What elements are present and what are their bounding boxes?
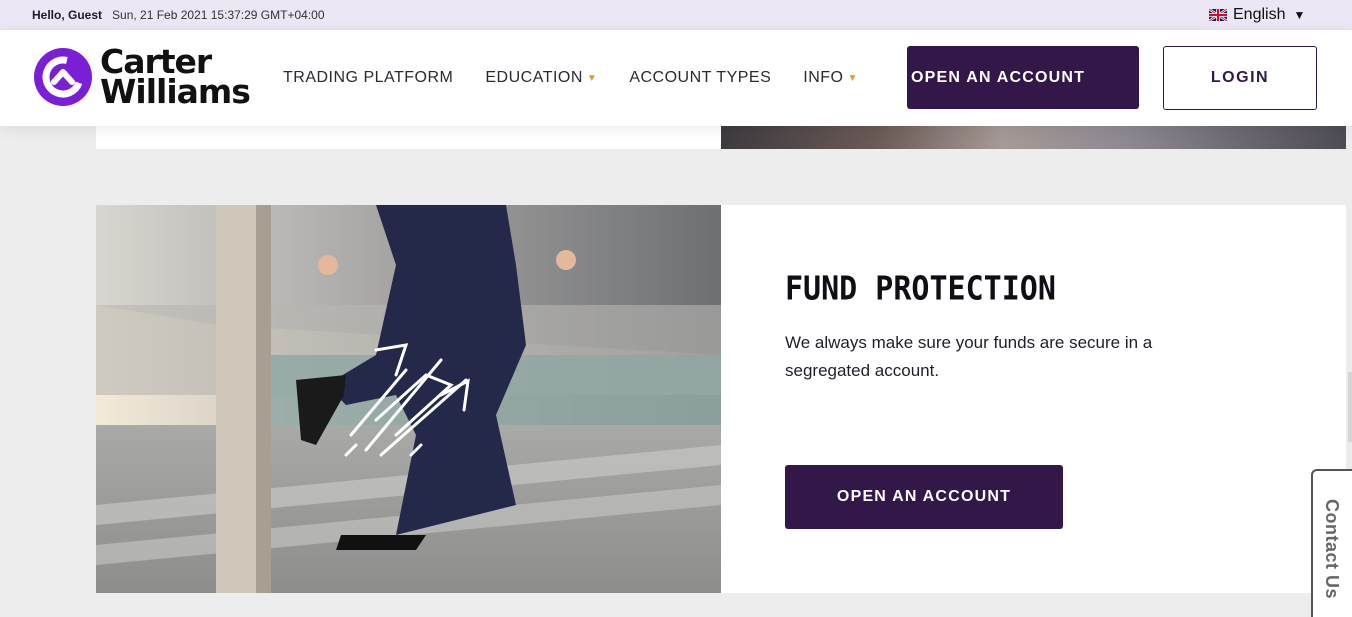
card-open-account-button[interactable]: OPEN AN ACCOUNT xyxy=(785,465,1063,529)
nav-label: ACCOUNT TYPES xyxy=(629,69,772,86)
businessman-stairs-photo xyxy=(96,205,721,593)
datetime-text: Sun, 21 Feb 2021 15:37:29 GMT+04:00 xyxy=(112,8,325,22)
greeting-text: Hello, Guest xyxy=(32,8,103,22)
nav-label: EDUCATION xyxy=(485,69,583,86)
logo-mark-icon xyxy=(34,48,92,106)
logo-wordmark: Carter Williams xyxy=(100,45,251,111)
dropdown-caret-icon: ▼ xyxy=(586,72,598,84)
top-info-bar: Hello, Guest Sun, 21 Feb 2021 15:37:29 G… xyxy=(0,0,1352,30)
fund-protection-image xyxy=(96,205,721,593)
fund-protection-card: FUND PROTECTION We always make sure your… xyxy=(96,205,1346,593)
nav-label: INFO xyxy=(803,69,844,86)
site-header: Carter Williams TRADING PLATFORM EDUCATI… xyxy=(0,30,1352,126)
fund-protection-content: FUND PROTECTION We always make sure your… xyxy=(785,270,1245,385)
logo-line-2: Williams xyxy=(100,72,251,111)
nav-item-education[interactable]: EDUCATION ▼ xyxy=(485,69,597,87)
language-label: English xyxy=(1233,6,1286,23)
uk-flag-icon xyxy=(1209,9,1227,21)
scrollbar-thumb[interactable] xyxy=(1348,372,1352,442)
card-description: We always make sure your funds are secur… xyxy=(785,333,1153,380)
contact-us-tab[interactable]: Contact Us xyxy=(1311,469,1352,617)
brand-logo[interactable]: Carter Williams xyxy=(32,45,251,111)
nav-label: TRADING PLATFORM xyxy=(283,69,454,86)
caret-down-icon: ▼ xyxy=(1293,8,1306,22)
dropdown-caret-icon: ▼ xyxy=(847,72,858,84)
language-selector[interactable]: English ▼ xyxy=(1209,6,1305,24)
contact-us-label: Contact Us xyxy=(1322,499,1342,600)
nav-item-account-types[interactable]: ACCOUNT TYPES xyxy=(629,69,771,87)
previous-card-text-panel xyxy=(96,126,721,149)
login-button[interactable]: LOGIN xyxy=(1163,46,1317,110)
open-account-button[interactable]: OPEN AN ACCOUNT xyxy=(907,46,1139,109)
nav-item-trading-platform[interactable]: TRADING PLATFORM xyxy=(283,69,453,87)
card-title: FUND PROTECTION xyxy=(785,270,1056,309)
nav-item-info[interactable]: INFO ▼ xyxy=(803,69,858,87)
main-nav: TRADING PLATFORM EDUCATION ▼ ACCOUNT TYP… xyxy=(283,30,890,126)
previous-card-image xyxy=(721,126,1346,149)
